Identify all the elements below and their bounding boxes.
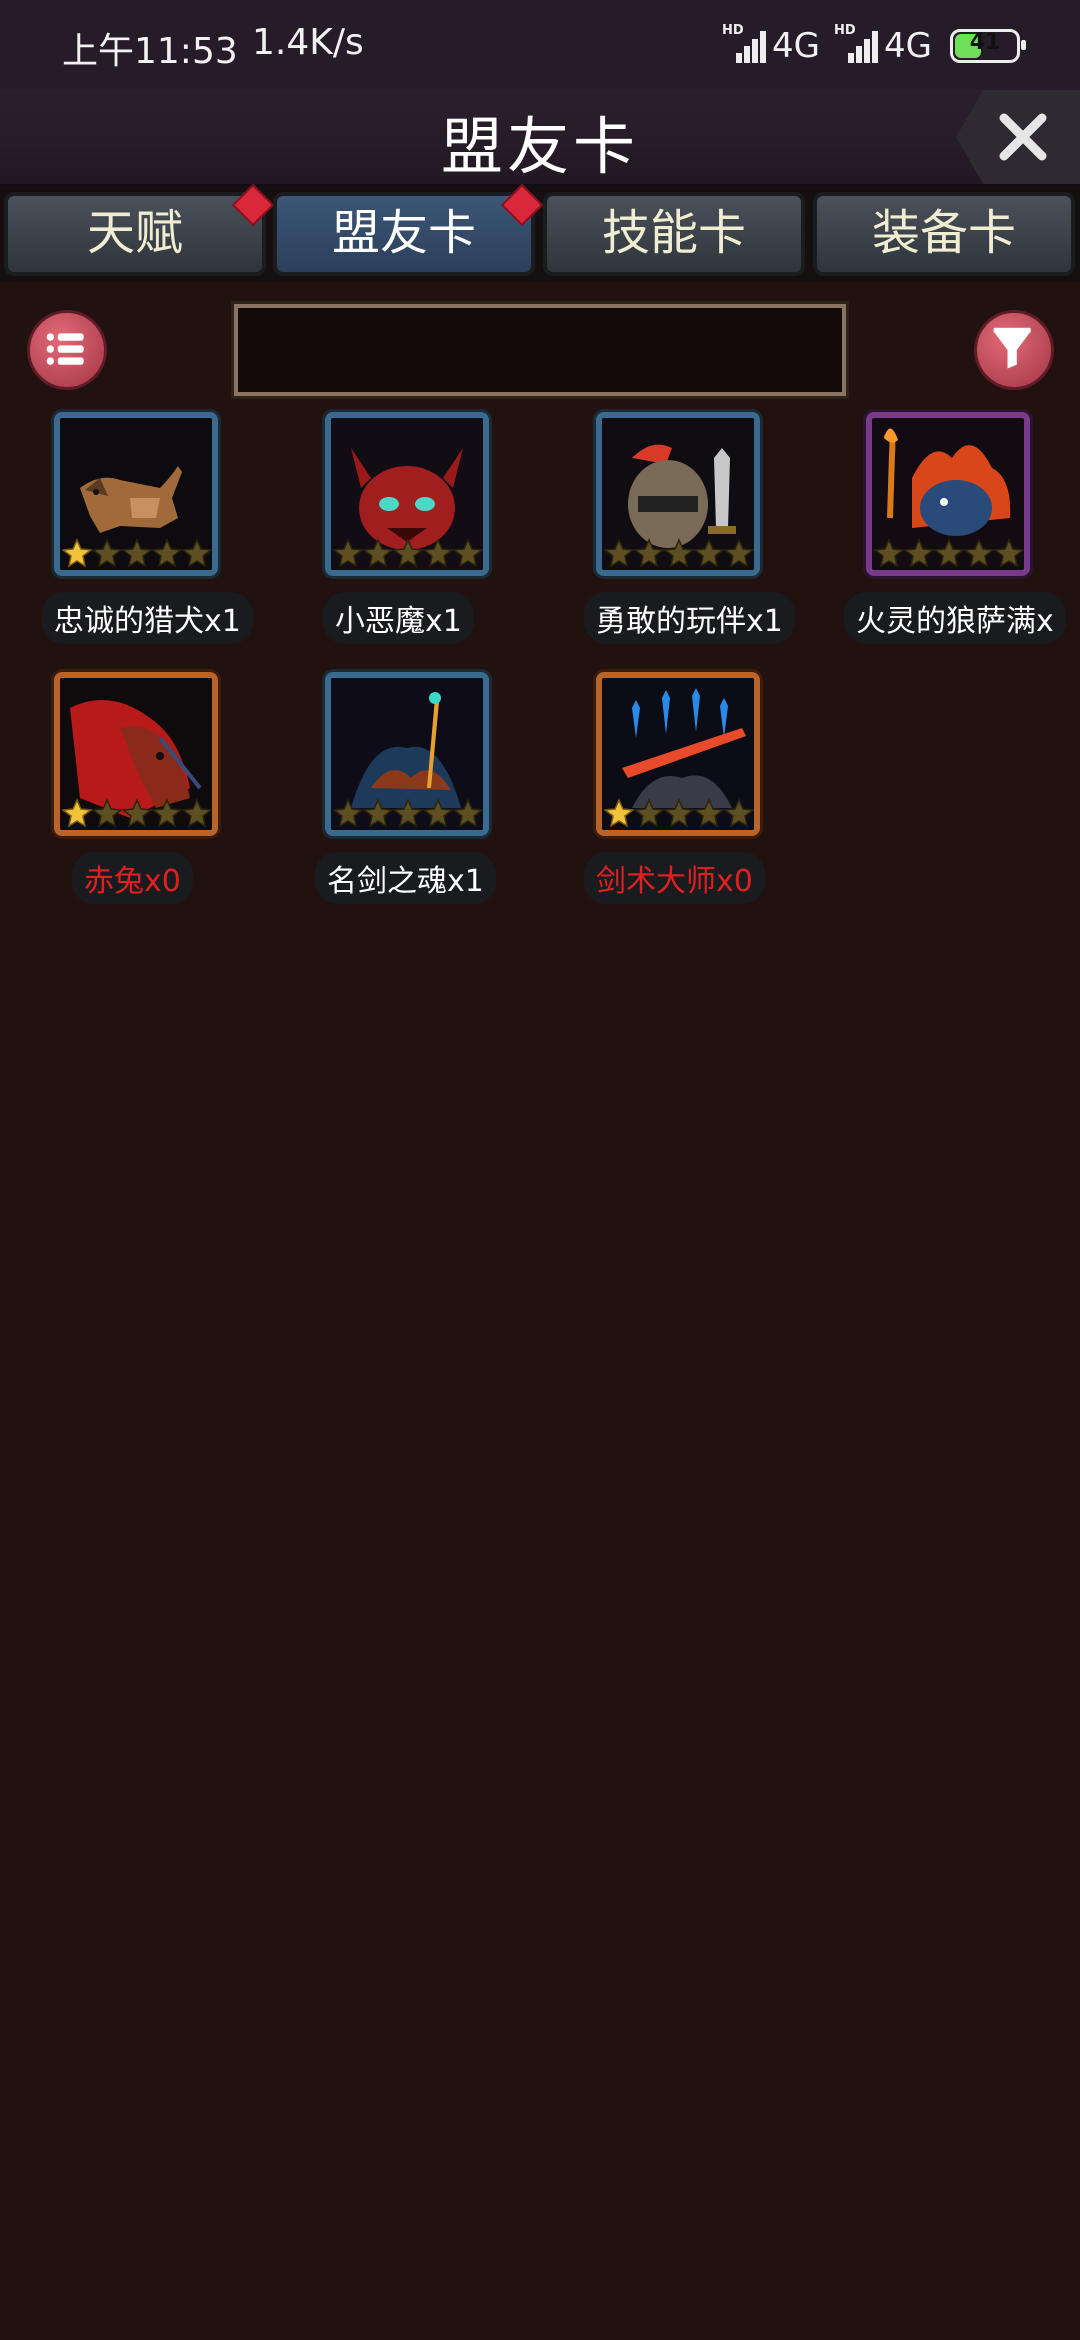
star-icon [333,798,363,828]
card-frame [54,412,218,576]
star-icon [92,538,122,568]
star-icon [694,798,724,828]
ally-card[interactable]: 名剑之魂x1 [315,672,545,912]
star-icon [333,538,363,568]
star-icon [634,798,664,828]
list-icon [46,333,84,365]
card-frame [596,672,760,836]
card-frame [325,672,489,836]
star-icon [393,538,423,568]
tab-skill-cards[interactable]: 技能卡 [543,192,805,276]
ally-card[interactable]: 勇敢的玩伴x1 [584,412,816,652]
star-icon [393,798,423,828]
filter-icon [993,327,1031,369]
star-rating [333,538,483,568]
notification-badge [500,183,544,227]
ally-card[interactable]: 忠诚的猎犬x1 [42,412,274,652]
star-rating [604,538,754,568]
signal-icon: HD [722,23,767,63]
tab-bar: 天赋 盟友卡 技能卡 装备卡 [0,183,1080,282]
star-icon [724,798,754,828]
ally-card[interactable]: 剑术大师x0 [584,672,816,912]
tab-label: 装备卡 [871,205,1016,261]
star-icon [423,798,453,828]
status-network-speed: 1.4K/s [252,22,364,63]
star-icon [122,538,152,568]
star-rating [62,798,212,828]
star-rating [874,538,1024,568]
status-time: 上午11:53 [62,31,238,72]
card-name: 忠诚的猎犬x1 [42,592,253,644]
ally-card[interactable]: 火灵的狼萨满x [844,412,1080,652]
star-icon [62,538,92,568]
card-name: 名剑之魂x1 [315,852,496,904]
star-icon [92,798,122,828]
star-icon [874,538,904,568]
star-rating [62,538,212,568]
star-icon [62,798,92,828]
signal-icon: HD [834,23,879,63]
network-type-2: 4G [884,26,932,66]
card-name: 勇敢的玩伴x1 [584,592,795,644]
star-icon [604,538,634,568]
list-menu-button[interactable] [27,310,107,390]
star-icon [994,538,1024,568]
tab-ally-cards[interactable]: 盟友卡 [273,183,544,276]
tab-label: 技能卡 [601,205,746,261]
star-icon [934,538,964,568]
star-icon [604,798,634,828]
star-icon [423,538,453,568]
status-icons: HD 4G HD 4G 41 [722,23,1026,66]
card-name: 赤兔x0 [72,852,193,904]
star-icon [363,798,393,828]
star-icon [152,538,182,568]
close-icon [999,113,1047,161]
star-rating [604,798,754,828]
card-frame [596,412,760,576]
star-icon [634,538,664,568]
star-icon [694,538,724,568]
star-icon [664,798,694,828]
star-icon [182,538,212,568]
star-icon [363,538,393,568]
network-type-1: 4G [772,26,821,66]
card-name: 小恶魔x1 [323,592,474,644]
star-icon [964,538,994,568]
star-icon [122,798,152,828]
star-icon [453,538,483,568]
star-rating [333,798,483,828]
star-icon [664,538,694,568]
card-frame [866,412,1030,576]
title-bar: 盟友卡 [0,90,1080,188]
tab-label: 天赋 [86,205,183,261]
tab-equipment-cards[interactable]: 装备卡 [813,192,1075,276]
star-icon [182,798,212,828]
card-name: 剑术大师x0 [584,852,765,904]
star-icon [152,798,182,828]
star-icon [904,538,934,568]
search-input[interactable] [231,301,849,399]
battery-level: 41 [969,30,1001,55]
battery-icon: 41 [950,29,1026,63]
tab-talent[interactable]: 天赋 [4,183,275,276]
filter-button[interactable] [974,310,1054,390]
notification-badge [231,183,275,227]
status-bar: 上午11:53 1.4K/s HD 4G HD 4G 41 [0,0,1080,90]
ally-card[interactable]: 小恶魔x1 [323,412,545,652]
card-frame [325,412,489,576]
star-icon [724,538,754,568]
star-icon [453,798,483,828]
card-frame [54,672,218,836]
ally-card[interactable]: 赤兔x0 [54,672,274,912]
card-name: 火灵的狼萨满x [844,592,1066,644]
tab-label: 盟友卡 [331,205,476,261]
page-title: 盟友卡 [440,110,639,183]
